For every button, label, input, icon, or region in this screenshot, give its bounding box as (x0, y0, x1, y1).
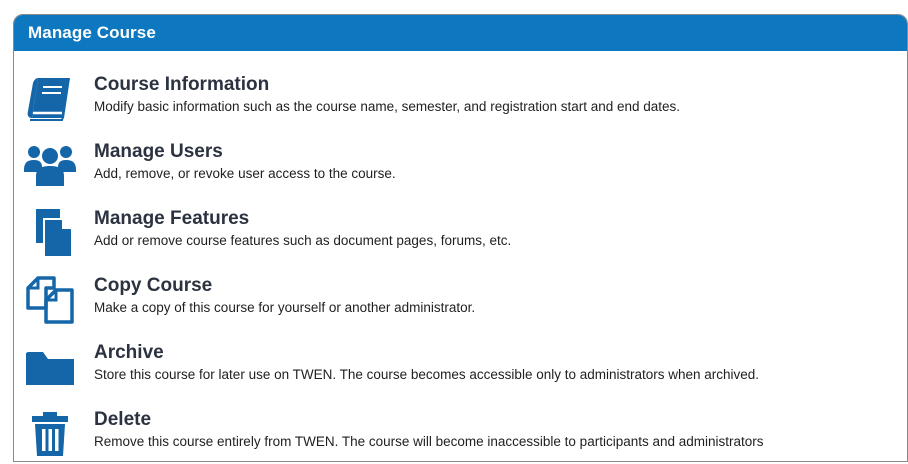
manage-course-panel: Manage Course Course Information Modify … (13, 14, 908, 462)
option-title[interactable]: Manage Users (94, 141, 223, 163)
option-delete[interactable]: Delete Remove this course entirely from … (14, 408, 894, 461)
option-manage-users[interactable]: Manage Users Add, remove, or revoke user… (14, 140, 894, 200)
folder-icon (24, 341, 76, 393)
option-description: Make a copy of this course for yourself … (94, 300, 476, 315)
panel-header-title: Manage Course (14, 15, 907, 51)
option-manage-features[interactable]: Manage Features Add or remove course fea… (14, 207, 894, 267)
option-title[interactable]: Course Information (94, 74, 269, 96)
option-title[interactable]: Copy Course (94, 275, 212, 297)
option-title[interactable]: Archive (94, 342, 164, 364)
option-title[interactable]: Delete (94, 409, 151, 431)
option-description: Add, remove, or revoke user access to th… (94, 166, 396, 181)
copy-icon (24, 274, 76, 326)
documents-icon (24, 207, 76, 259)
option-description: Modify basic information such as the cou… (94, 99, 681, 114)
book-icon (24, 73, 76, 125)
option-copy-course[interactable]: Copy Course Make a copy of this course f… (14, 274, 894, 334)
users-icon (24, 140, 76, 192)
option-description: Store this course for later use on TWEN.… (94, 367, 760, 382)
option-description: Add or remove course features such as do… (94, 233, 512, 248)
trash-icon (24, 408, 76, 460)
option-description: Remove this course entirely from TWEN. T… (94, 434, 764, 449)
option-course-information[interactable]: Course Information Modify basic informat… (14, 73, 894, 133)
option-title[interactable]: Manage Features (94, 208, 249, 230)
option-archive[interactable]: Archive Store this course for later use … (14, 341, 894, 401)
